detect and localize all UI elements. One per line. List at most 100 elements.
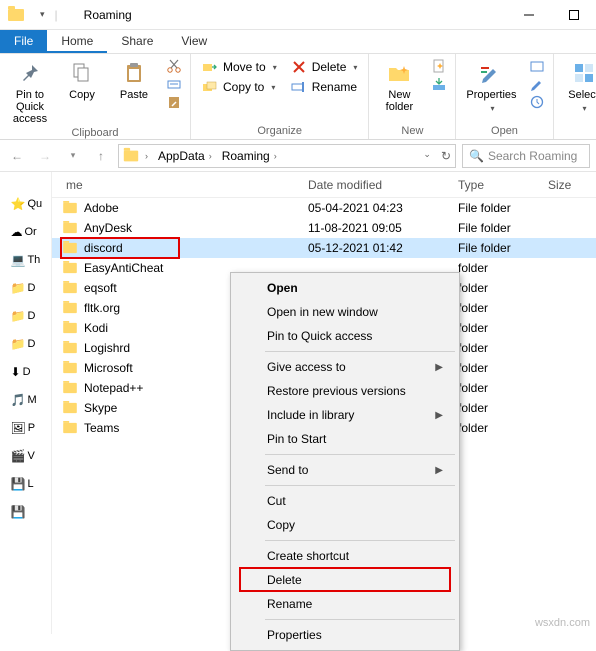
folder-icon: [63, 203, 77, 213]
folder-icon: [63, 283, 77, 293]
rename-button[interactable]: Rename: [288, 78, 361, 96]
chevron-down-icon: ▾: [490, 104, 494, 113]
folder-icon: [124, 150, 138, 161]
table-row[interactable]: discord05-12-2021 01:42File folder: [52, 238, 596, 258]
column-date-modified[interactable]: Date modified: [302, 178, 452, 192]
nav-item[interactable]: 📁D: [11, 306, 41, 326]
qat-dropdown-icon[interactable]: ▾: [40, 9, 45, 20]
ctx-properties[interactable]: Properties: [233, 623, 457, 647]
nav-item[interactable]: ⬇D: [11, 362, 41, 382]
addr-dropdown-icon[interactable]: ⌄: [423, 149, 431, 163]
chevron-right-icon: ▶: [435, 465, 443, 476]
file-type: folder: [452, 301, 542, 315]
tab-home[interactable]: Home: [47, 30, 107, 53]
table-row[interactable]: AnyDesk11-08-2021 09:05File folder: [52, 218, 596, 238]
ctx-rename[interactable]: Rename: [233, 592, 457, 616]
file-name: Kodi: [84, 321, 108, 335]
history-icon[interactable]: [529, 94, 545, 110]
nav-item[interactable]: 💾L: [11, 474, 41, 494]
address-box[interactable]: › AppData› Roaming› ⌄ ↻: [118, 144, 456, 168]
pin-to-quick-access-button[interactable]: Pin to Quick access: [8, 58, 52, 127]
open-icon[interactable]: [529, 58, 545, 74]
ctx-pin-quick-access[interactable]: Pin to Quick access: [233, 324, 457, 348]
chevron-right-icon: ▶: [435, 410, 443, 421]
refresh-icon[interactable]: ↻: [441, 149, 451, 163]
copy-path-icon[interactable]: [166, 76, 182, 92]
ctx-send-to[interactable]: Send to▶: [233, 458, 457, 482]
file-date: 05-12-2021 01:42: [302, 241, 452, 255]
tab-share[interactable]: Share: [107, 30, 167, 53]
folder-icon: [63, 303, 77, 313]
column-size[interactable]: Size: [542, 178, 590, 192]
paste-button[interactable]: Paste: [112, 58, 156, 103]
file-type: folder: [452, 261, 542, 275]
column-name[interactable]: me: [52, 178, 302, 192]
maximize-button[interactable]: [551, 0, 596, 30]
move-to-button[interactable]: Move to▾: [199, 58, 280, 76]
folder-icon: [63, 323, 77, 333]
group-organize-label: Organize: [257, 125, 302, 139]
cut-icon[interactable]: [166, 58, 182, 74]
file-name: Microsoft: [84, 361, 133, 375]
nav-item[interactable]: 💾: [11, 502, 41, 522]
nav-item[interactable]: 📁D: [11, 334, 41, 354]
group-clipboard-label: Clipboard: [71, 127, 118, 141]
file-type: folder: [452, 321, 542, 335]
ctx-cut[interactable]: Cut: [233, 489, 457, 513]
new-folder-button[interactable]: New folder: [377, 58, 421, 115]
paste-shortcut-icon[interactable]: [166, 94, 182, 110]
up-button[interactable]: ↑: [90, 145, 112, 167]
edit-icon[interactable]: [529, 76, 545, 92]
easy-access-icon[interactable]: [431, 76, 447, 92]
ctx-pin-to-start[interactable]: Pin to Start: [233, 427, 457, 451]
copy-icon: [69, 60, 95, 86]
nav-item[interactable]: ⭐Qu: [11, 194, 41, 214]
search-placeholder: Search Roaming: [488, 149, 577, 163]
forward-button[interactable]: →: [34, 145, 56, 167]
file-name: Skype: [84, 401, 117, 415]
chevron-down-icon: ▾: [583, 104, 587, 113]
recent-button[interactable]: ▾: [62, 145, 84, 167]
ctx-delete[interactable]: Delete: [233, 568, 457, 592]
nav-item[interactable]: 📁D: [11, 278, 41, 298]
nav-item[interactable]: 🖼P: [11, 418, 41, 438]
crumb-appdata[interactable]: AppData›: [154, 149, 216, 163]
copy-button[interactable]: Copy: [60, 58, 104, 103]
back-button[interactable]: ←: [6, 145, 28, 167]
chevron-down-icon: ▾: [273, 63, 277, 72]
move-to-icon: [202, 59, 218, 75]
properties-button[interactable]: Properties ▾: [464, 58, 518, 115]
nav-item[interactable]: 💻Th: [11, 250, 41, 270]
crumb-roaming[interactable]: Roaming›: [218, 149, 281, 163]
ctx-give-access-to[interactable]: Give access to▶: [233, 355, 457, 379]
column-type[interactable]: Type: [452, 178, 542, 192]
chevron-right-icon: ▶: [435, 362, 443, 373]
new-item-icon[interactable]: [431, 58, 447, 74]
nav-item[interactable]: 🎬V: [11, 446, 41, 466]
nav-item[interactable]: 🎵M: [11, 390, 41, 410]
file-type: folder: [452, 421, 542, 435]
file-name: AnyDesk: [84, 221, 132, 235]
ctx-open[interactable]: Open: [233, 276, 457, 300]
copy-to-icon: [202, 79, 218, 95]
select-button[interactable]: Select ▾: [562, 58, 596, 115]
nav-item[interactable]: ☁Or: [11, 222, 41, 242]
ribbon-tabs: File Home Share View: [0, 30, 596, 54]
tab-view[interactable]: View: [167, 30, 221, 53]
copy-to-button[interactable]: Copy to▾: [199, 78, 280, 96]
ctx-include-in-library[interactable]: Include in library▶: [233, 403, 457, 427]
folder-icon: [63, 343, 77, 353]
ctx-copy[interactable]: Copy: [233, 513, 457, 537]
new-folder-icon: [386, 60, 412, 86]
minimize-button[interactable]: [506, 0, 551, 30]
ctx-open-new-window[interactable]: Open in new window: [233, 300, 457, 324]
table-row[interactable]: Adobe05-04-2021 04:23File folder: [52, 198, 596, 218]
ctx-restore-previous[interactable]: Restore previous versions: [233, 379, 457, 403]
window-title: Roaming: [84, 8, 132, 22]
tab-file[interactable]: File: [0, 30, 47, 53]
delete-button[interactable]: Delete▾: [288, 58, 361, 76]
group-new-label: New: [401, 125, 423, 139]
search-input[interactable]: 🔍 Search Roaming: [462, 144, 590, 168]
ctx-create-shortcut[interactable]: Create shortcut: [233, 544, 457, 568]
file-date: 05-04-2021 04:23: [302, 201, 452, 215]
